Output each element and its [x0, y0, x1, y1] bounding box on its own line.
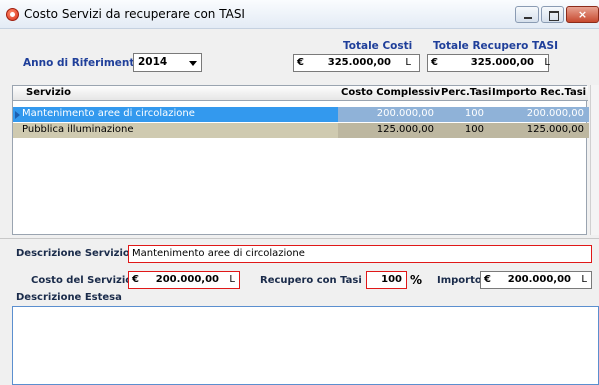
app-icon: [6, 8, 19, 21]
col-servizio[interactable]: Servizio: [26, 87, 71, 98]
table-row[interactable]: Pubblica illuminazione 125.000,00 100 12…: [13, 123, 589, 138]
totale-costi-value: 325.000,00: [327, 57, 391, 68]
descrizione-input[interactable]: Mantenimento aree di circolazione: [128, 245, 592, 263]
minimize-icon: [524, 17, 532, 19]
maximize-button[interactable]: [541, 6, 564, 23]
close-icon: ×: [577, 8, 588, 21]
anno-value: 2014: [138, 56, 168, 68]
totale-recupero-field[interactable]: € 325.000,00 L: [427, 54, 550, 72]
importo-input[interactable]: € 200.000,00 L: [480, 271, 592, 289]
recupero-tasi-value: 100: [381, 274, 402, 285]
anno-riferimento-label: Anno di Riferimento: [23, 57, 142, 69]
chevron-down-icon: [189, 61, 197, 66]
recupero-tasi-input[interactable]: 100: [366, 271, 407, 289]
percent-sign: %: [410, 273, 423, 287]
servizi-grid[interactable]: Servizio Costo Complessiv Perc.Tasi Impo…: [12, 85, 589, 235]
unit-symbol: L: [544, 57, 550, 68]
anno-riferimento-select[interactable]: 2014: [133, 53, 202, 72]
table-row[interactable]: Mantenimento aree di circolazione 200.00…: [13, 107, 589, 122]
totale-costi-field[interactable]: € 325.000,00 L: [293, 54, 420, 72]
costo-servizio-value: 200.000,00: [155, 274, 219, 285]
recupero-tasi-label: Recupero con Tasi: [260, 275, 362, 286]
title-bar: Costo Servizi da recuperare con TASI ×: [0, 0, 599, 29]
cell-servizio: Pubblica illuminazione: [22, 124, 134, 135]
costo-servizio-input[interactable]: € 200.000,00 L: [128, 271, 240, 289]
minimize-button[interactable]: [515, 6, 539, 23]
cell-importo: 125.000,00: [526, 124, 584, 135]
currency-symbol: €: [132, 274, 139, 285]
divider: [0, 238, 599, 239]
importo-value: 200.000,00: [507, 274, 571, 285]
descrizione-estesa-textarea[interactable]: [12, 306, 599, 385]
descrizione-value: Mantenimento aree di circolazione: [132, 248, 305, 259]
cell-perc: 100: [464, 108, 484, 119]
currency-symbol: €: [431, 57, 438, 68]
currency-symbol: €: [297, 57, 304, 68]
descrizione-label: Descrizione Servizio: [16, 248, 130, 259]
close-button[interactable]: ×: [566, 6, 599, 23]
totale-recupero-value: 325.000,00: [470, 57, 534, 68]
unit-symbol: L: [581, 274, 587, 285]
descrizione-estesa-label: Descrizione Estesa: [16, 292, 122, 303]
cell-costo: 200.000,00: [376, 108, 434, 119]
cell-perc: 100: [464, 124, 484, 135]
cell-costo: 125.000,00: [376, 124, 434, 135]
unit-symbol: L: [229, 274, 235, 285]
row-indicator-icon: [15, 111, 20, 119]
grid-header: Servizio Costo Complessiv Perc.Tasi Impo…: [13, 86, 588, 101]
costo-servizio-label: Costo del Servizio: [31, 275, 133, 286]
totale-recupero-label: Totale Recupero TASI: [433, 40, 558, 52]
cell-importo: 200.000,00: [526, 108, 584, 119]
importo-label: Importo: [437, 275, 482, 286]
col-costo[interactable]: Costo Complessiv: [341, 87, 440, 98]
totale-costi-label: Totale Costi: [343, 40, 413, 52]
maximize-icon: [549, 11, 559, 21]
col-perc[interactable]: Perc.Tasi: [441, 87, 491, 98]
currency-symbol: €: [484, 274, 491, 285]
unit-symbol: L: [405, 57, 411, 68]
col-importo[interactable]: Importo Rec.Tasi: [492, 87, 586, 98]
grid-scrollbar[interactable]: [590, 85, 599, 235]
window-title: Costo Servizi da recuperare con TASI: [24, 7, 245, 21]
cell-servizio: Mantenimento aree di circolazione: [22, 108, 195, 119]
